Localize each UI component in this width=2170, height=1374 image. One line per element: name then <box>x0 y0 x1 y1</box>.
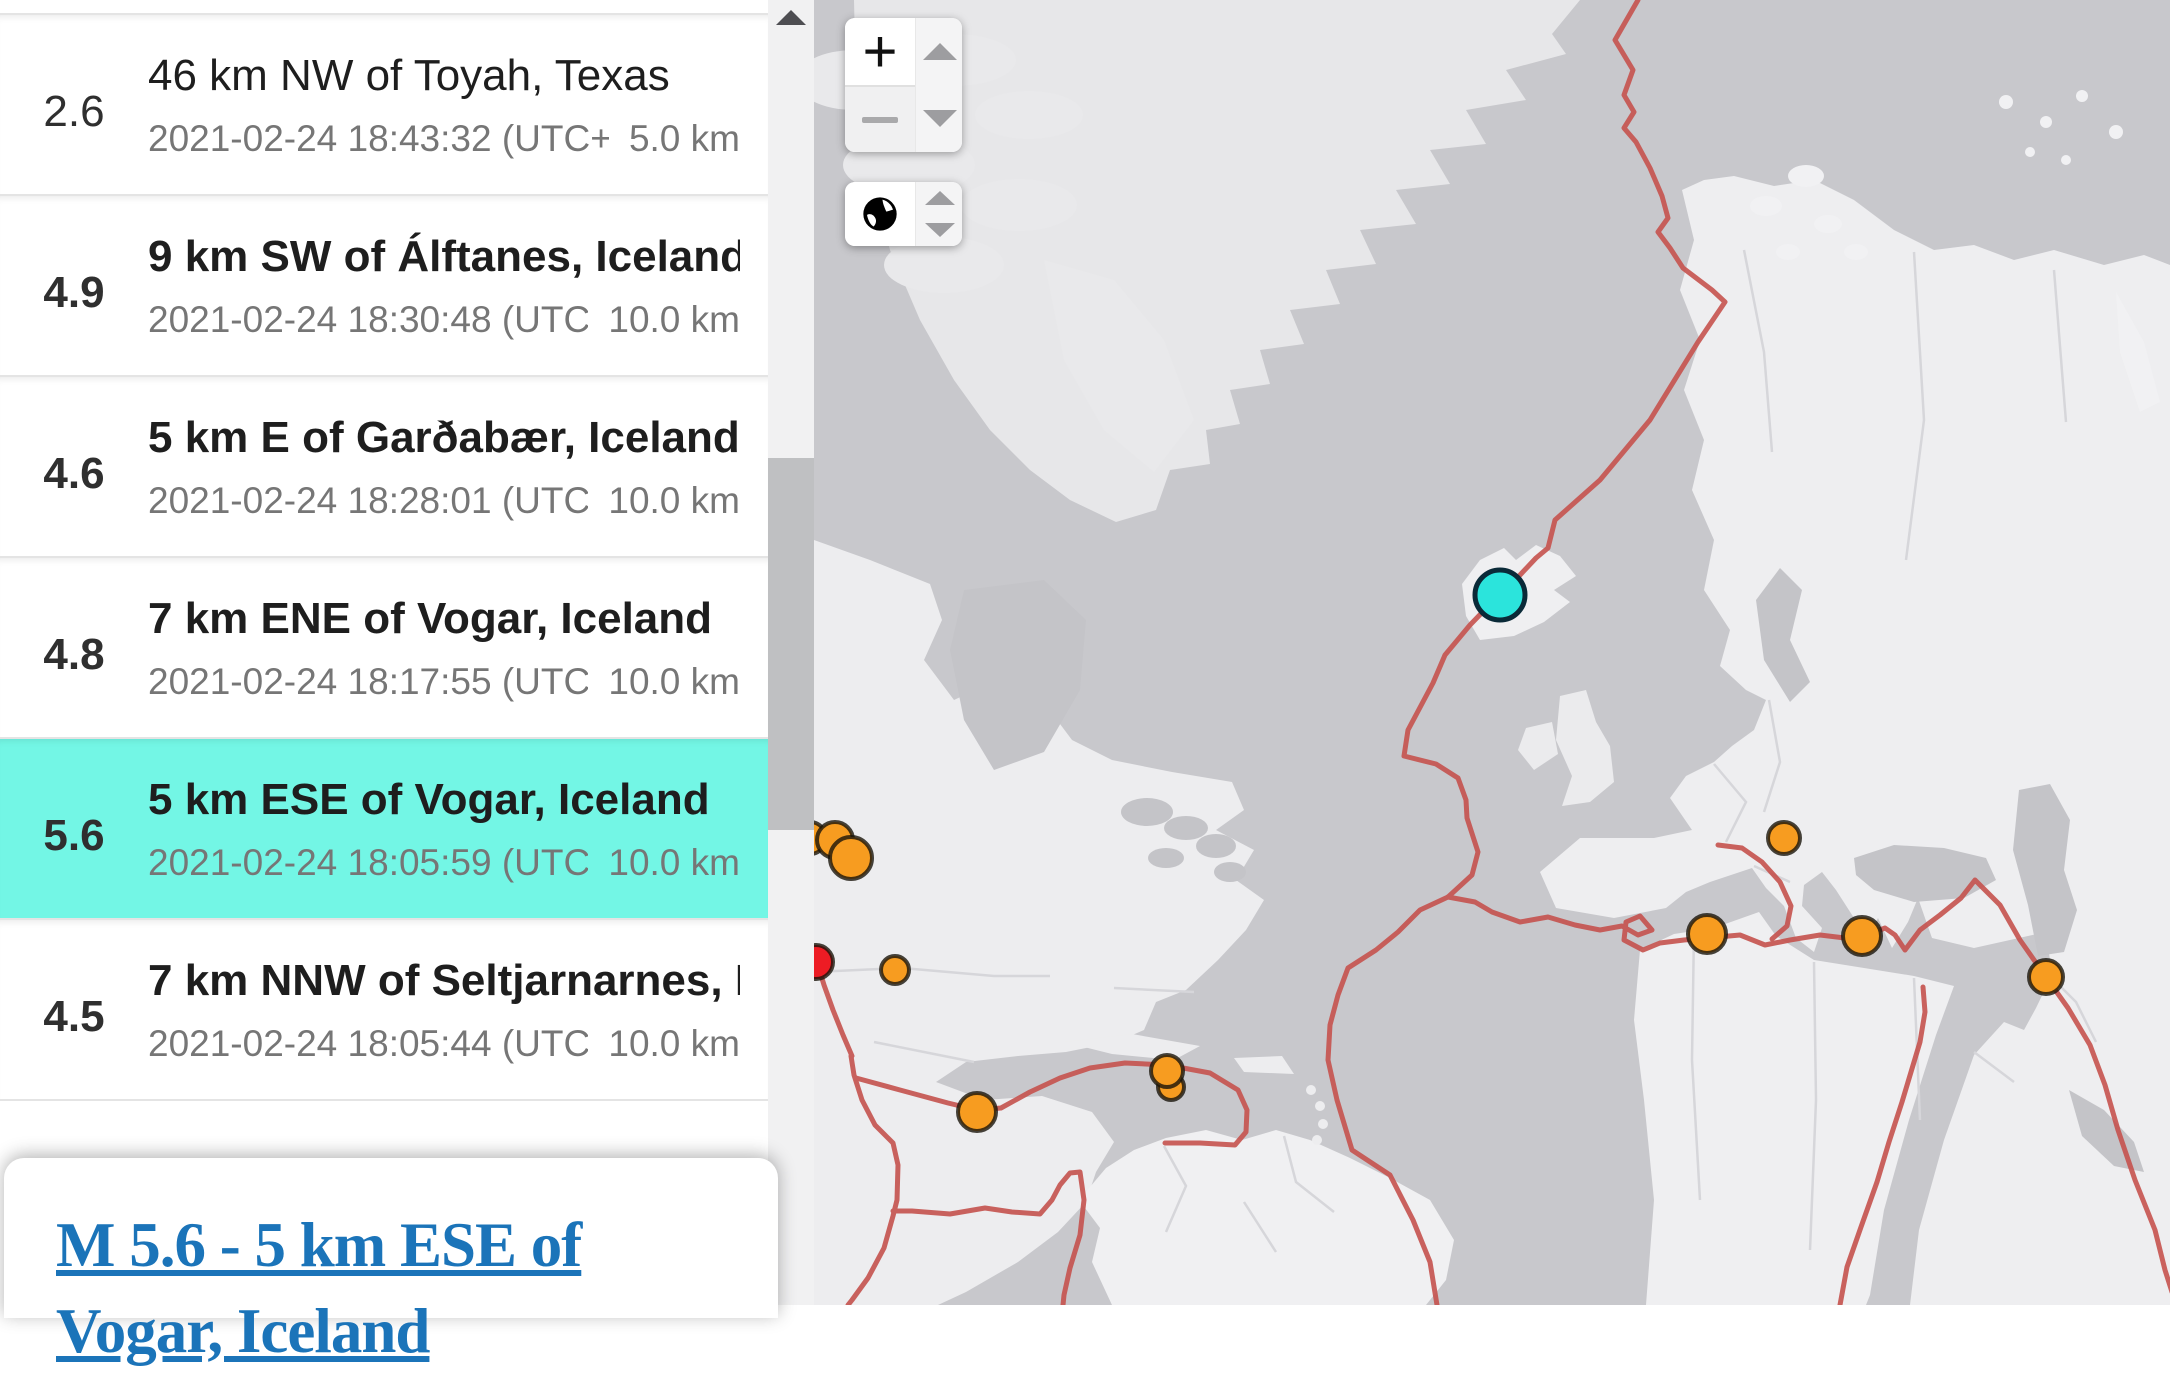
event-time: 2021-02-24 18:43:32 (UTC+0… <box>148 118 609 160</box>
event-title: 7 km NNW of Seltjarnarnes, I… <box>148 955 740 1007</box>
event-depth: 10.0 km <box>608 299 740 341</box>
magnitude-value: 4.9 <box>0 268 148 318</box>
globe-spin-down-icon[interactable] <box>925 223 955 237</box>
event-title: 9 km SW of Álftanes, Iceland <box>148 231 740 283</box>
magnitude-value: 4.5 <box>0 992 148 1042</box>
event-summary: 5 km E of Garðabær, Iceland 2021-02-24 1… <box>148 412 768 522</box>
earthquake-marker[interactable] <box>2029 960 2063 994</box>
list-scrollbar[interactable] <box>768 0 814 1305</box>
zoom-step-down-icon[interactable] <box>923 110 957 127</box>
event-summary: 7 km NNW of Seltjarnarnes, I… 2021-02-24… <box>148 955 768 1065</box>
magnitude-value: 4.6 <box>0 449 148 499</box>
event-summary: 46 km NW of Toyah, Texas 2021-02-24 18:4… <box>148 50 768 160</box>
earthquake-list-panel: 2.6 46 km NW of Toyah, Texas 2021-02-24 … <box>0 0 768 1305</box>
earthquake-marker[interactable] <box>881 956 909 984</box>
event-time: 2021-02-24 18:17:55 (UTC+… <box>148 661 588 703</box>
magnitude-value: 5.6 <box>0 811 148 861</box>
event-summary: 5 km ESE of Vogar, Iceland 2021-02-24 18… <box>148 774 768 884</box>
selected-event-popup: M 5.6 - 5 km ESE of Vogar, Iceland <box>4 1158 778 1318</box>
event-depth: 10.0 km <box>608 1023 740 1065</box>
map-canvas[interactable]: + <box>814 0 2170 1305</box>
event-depth: 10.0 km <box>608 661 740 703</box>
map-globe-control <box>845 182 962 246</box>
earthquake-marker[interactable] <box>958 1093 996 1131</box>
earthquake-list-item[interactable]: 4.8 7 km ENE of Vogar, Iceland 2021-02-2… <box>0 558 768 739</box>
selected-earthquake-marker[interactable] <box>1475 570 1525 620</box>
scroll-up-arrow-icon <box>776 10 806 25</box>
event-summary: 7 km ENE of Vogar, Iceland 2021-02-24 18… <box>148 593 768 703</box>
world-map <box>814 0 2170 1305</box>
earthquake-list-item-selected[interactable]: 5.6 5 km ESE of Vogar, Iceland 2021-02-2… <box>0 739 768 920</box>
earthquake-list-item[interactable]: 4.9 9 km SW of Álftanes, Iceland 2021-02… <box>0 196 768 377</box>
event-depth: 10.0 km <box>608 842 740 884</box>
event-summary: 9 km SW of Álftanes, Iceland 2021-02-24 … <box>148 231 768 341</box>
earthquake-marker[interactable] <box>1688 915 1726 953</box>
globe-button[interactable] <box>845 182 915 246</box>
magnitude-value: 2.6 <box>0 87 148 137</box>
event-title: 46 km NW of Toyah, Texas <box>148 50 740 102</box>
map-zoom-control: + <box>845 18 962 152</box>
event-title: 5 km ESE of Vogar, Iceland <box>148 774 740 826</box>
event-depth: 10.0 km <box>608 480 740 522</box>
earthquake-list-item[interactable]: 4.5 7 km NNW of Seltjarnarnes, I… 2021-0… <box>0 920 768 1101</box>
earthquake-marker[interactable] <box>830 837 872 879</box>
earthquake-marker[interactable] <box>1843 917 1881 955</box>
earthquake-list-item[interactable]: 2.6 46 km NW of Toyah, Texas 2021-02-24 … <box>0 15 768 196</box>
earthquake-marker[interactable] <box>1151 1055 1183 1087</box>
minus-icon <box>862 117 898 123</box>
zoom-in-button[interactable]: + <box>845 18 915 87</box>
event-detail-link[interactable]: M 5.6 - 5 km ESE of Vogar, Iceland <box>56 1202 728 1374</box>
globe-icon <box>860 194 900 234</box>
magnitude-value: 4.8 <box>0 630 148 680</box>
event-time: 2021-02-24 18:28:01 (UTC+… <box>148 480 588 522</box>
scrollbar-thumb[interactable] <box>768 458 814 830</box>
plus-icon: + <box>862 18 897 86</box>
zoom-step-up-icon[interactable] <box>923 43 957 60</box>
earthquake-list-item[interactable]: 4.6 5 km E of Garðabær, Iceland 2021-02-… <box>0 377 768 558</box>
event-title: 7 km ENE of Vogar, Iceland <box>148 593 740 645</box>
event-title: 5 km E of Garðabær, Iceland <box>148 412 740 464</box>
event-time: 2021-02-24 18:30:48 (UTC+… <box>148 299 588 341</box>
event-time: 2021-02-24 18:05:44 (UTC+… <box>148 1023 588 1065</box>
scrollbar-up-button[interactable] <box>768 0 814 34</box>
globe-spin-up-icon[interactable] <box>925 191 955 205</box>
zoom-out-button[interactable] <box>845 87 915 152</box>
list-row-partial <box>0 0 768 15</box>
event-depth: 5.0 km <box>629 118 740 160</box>
event-time: 2021-02-24 18:05:59 (UTC+… <box>148 842 588 884</box>
earthquake-marker[interactable] <box>1768 822 1800 854</box>
earthquake-marker[interactable] <box>814 945 833 979</box>
